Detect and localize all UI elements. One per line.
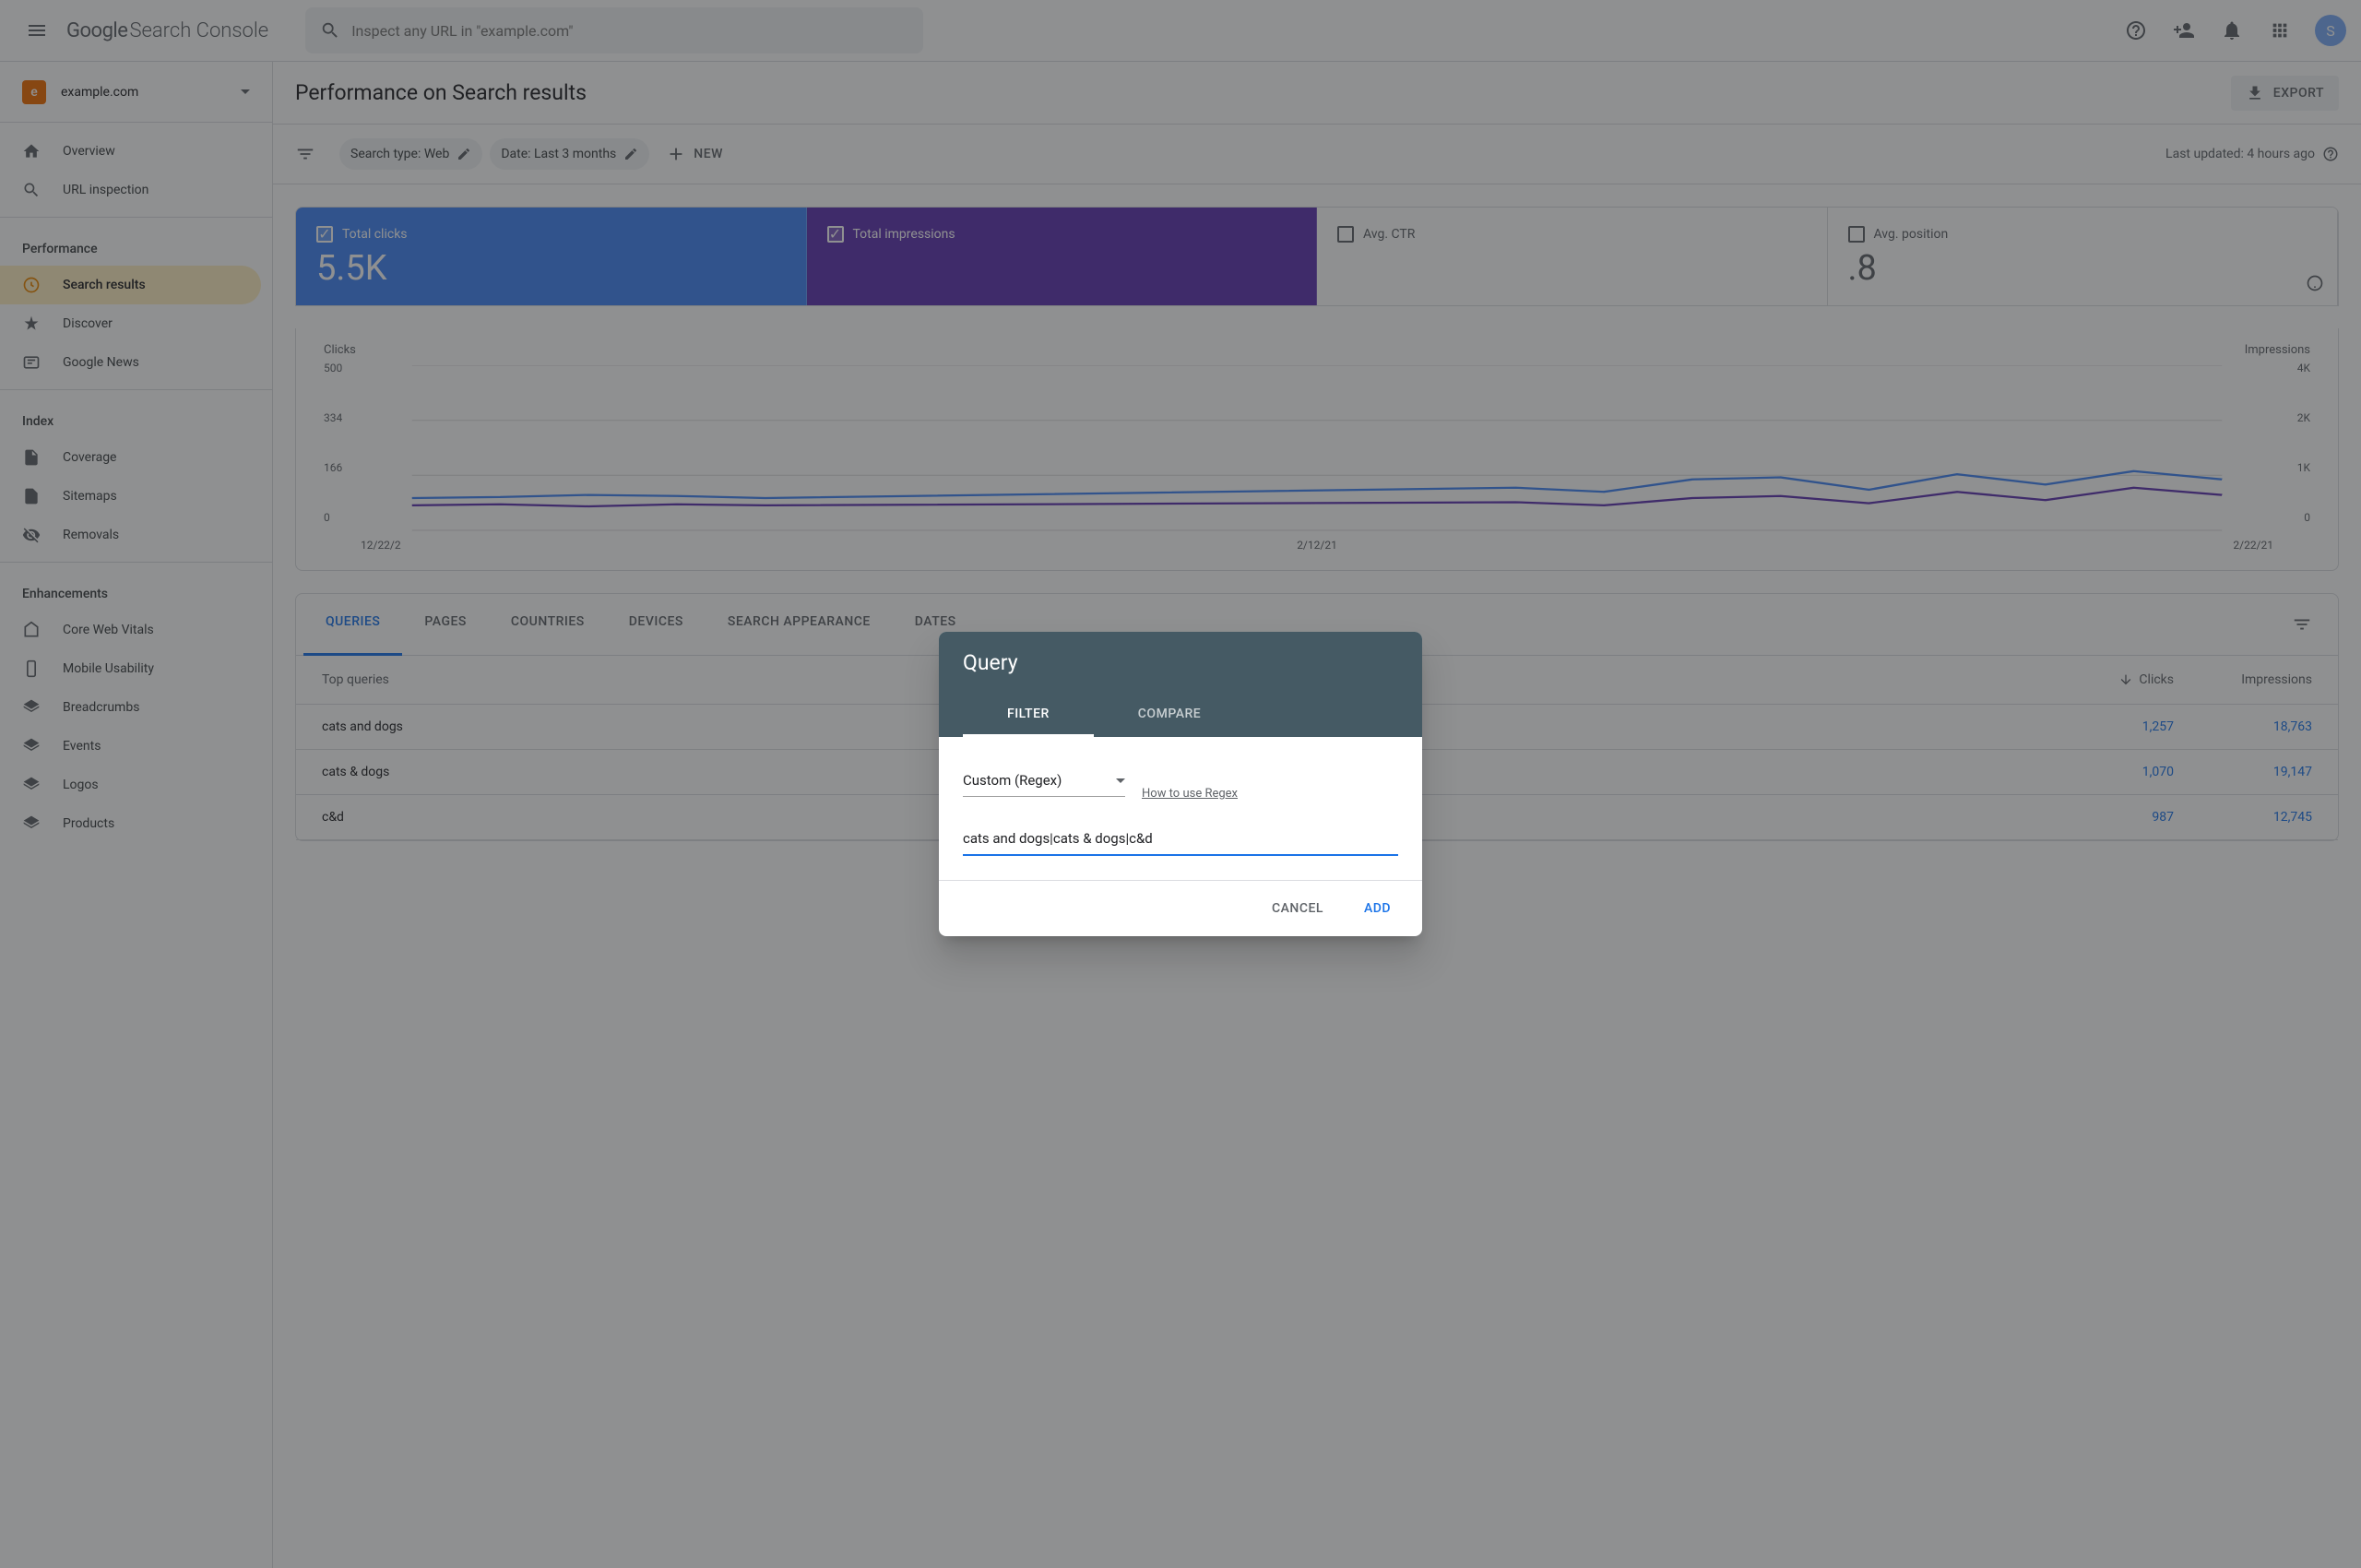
cancel-button[interactable]: CANCEL bbox=[1255, 892, 1340, 925]
modal-body: Custom (Regex) How to use Regex bbox=[939, 737, 1422, 880]
dropdown-icon bbox=[1116, 778, 1125, 783]
modal-tab-filter[interactable]: FILTER bbox=[963, 694, 1094, 737]
modal-tabs: FILTER COMPARE bbox=[963, 694, 1398, 737]
match-type-select[interactable]: Custom (Regex) bbox=[963, 765, 1125, 797]
modal-footer: CANCEL ADD bbox=[939, 880, 1422, 936]
modal-title: Query bbox=[963, 650, 1398, 675]
modal-header: Query FILTER COMPARE bbox=[939, 632, 1422, 737]
query-filter-modal: Query FILTER COMPARE Custom (Regex) How … bbox=[939, 632, 1422, 936]
query-text-input[interactable] bbox=[963, 823, 1398, 856]
select-value: Custom (Regex) bbox=[963, 772, 1062, 789]
add-button[interactable]: ADD bbox=[1347, 892, 1407, 925]
regex-help-link[interactable]: How to use Regex bbox=[1142, 787, 1238, 801]
modal-overlay[interactable]: Query FILTER COMPARE Custom (Regex) How … bbox=[0, 0, 2361, 1568]
modal-tab-compare[interactable]: COMPARE bbox=[1094, 694, 1245, 737]
